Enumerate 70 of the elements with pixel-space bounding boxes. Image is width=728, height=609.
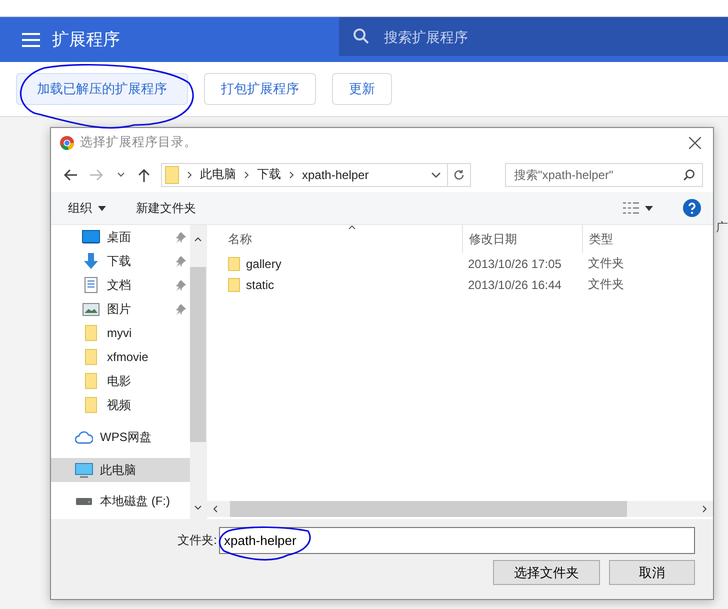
sidebar-item[interactable]: myvi (51, 321, 190, 345)
sidebar-item[interactable]: WPS网盘 (51, 425, 190, 449)
dialog-button[interactable]: 取消 (609, 560, 695, 585)
modified-date: 2013/10/26 16:44 (467, 278, 562, 292)
folder-icon (82, 349, 100, 365)
organize-menu[interactable]: 组织 (68, 200, 92, 216)
document-icon (82, 277, 100, 293)
new-folder-button[interactable]: 新建文件夹 (136, 200, 196, 216)
monitor-icon (82, 230, 100, 244)
folder-icon (82, 373, 100, 389)
help-icon[interactable] (683, 199, 701, 217)
folder-icon (228, 256, 240, 270)
sidebar-item[interactable]: 本地磁盘 (F:) (51, 489, 190, 513)
file-type: 文件夹 (587, 276, 625, 293)
sidebar-item[interactable]: 图片 (51, 297, 190, 321)
file-type: 文件夹 (587, 255, 625, 272)
back-arrow-icon[interactable] (63, 168, 77, 180)
search-field[interactable]: 搜索扩展程序 (339, 17, 728, 56)
toolbar-button[interactable]: 更新 (332, 73, 392, 105)
view-options-icon[interactable] (623, 202, 639, 214)
sidebar-item[interactable]: 电影 (51, 369, 190, 393)
file-name[interactable]: gallery (246, 256, 282, 270)
folder-icon (165, 166, 179, 184)
menu-icon[interactable] (22, 32, 40, 46)
sidebar-item[interactable]: 下载 (51, 249, 190, 273)
up-arrow-icon[interactable] (138, 168, 150, 182)
monitor-icon (75, 462, 93, 478)
toolbar-button[interactable]: 加载已解压的扩展程序 (16, 73, 188, 105)
breadcrumb-item[interactable]: 此电脑 (200, 166, 236, 183)
search-icon (683, 168, 695, 180)
sidebar-item[interactable]: 桌面 (51, 225, 190, 249)
folder-label: 文件夹: (178, 532, 217, 549)
chevron-right-icon (187, 170, 192, 178)
close-icon[interactable] (689, 136, 701, 148)
folder-name-field[interactable]: xpath-helper (219, 527, 695, 554)
column-header[interactable]: 修改日期 (462, 225, 582, 253)
background-text: 广 (716, 219, 728, 236)
drive-icon (75, 497, 93, 505)
caret-icon (98, 206, 106, 210)
modified-date: 2013/10/26 17:05 (467, 256, 562, 270)
chevron-down-icon[interactable] (431, 172, 441, 178)
folder-icon (228, 278, 240, 292)
sort-caret-icon (348, 225, 356, 230)
picture-icon (82, 302, 100, 316)
search-field[interactable]: 搜索"xpath-helper" (505, 162, 703, 186)
chevron-down-icon[interactable] (117, 172, 125, 178)
breadcrumb-item[interactable]: 下载 (257, 166, 281, 183)
sidebar-item[interactable]: 视频 (51, 393, 190, 417)
page-title: 扩展程序 (52, 29, 121, 51)
dialog-button[interactable]: 选择文件夹 (493, 560, 600, 585)
scrollbar[interactable] (207, 501, 713, 517)
column-header[interactable]: 类型 (582, 225, 682, 253)
chrome-logo-icon (60, 136, 74, 150)
column-header[interactable]: 名称 (207, 225, 462, 253)
address-bar[interactable]: 此电脑 下载 xpath-helper (161, 162, 471, 186)
chevron-right-icon (289, 170, 294, 178)
cloud-icon (75, 430, 93, 444)
sidebar-item[interactable]: 此电脑 (51, 458, 190, 482)
sidebar-item[interactable]: xfmovie (51, 345, 190, 369)
sidebar-item[interactable]: 文档 (51, 273, 190, 297)
chevron-right-icon (244, 170, 249, 178)
scrollbar[interactable] (190, 225, 206, 519)
file-name[interactable]: static (246, 278, 274, 292)
breadcrumb-item[interactable]: xpath-helper (302, 168, 369, 182)
folder-icon (82, 397, 100, 413)
dialog-title: 选择扩展程序目录。 (80, 134, 197, 151)
down-arrow-icon (82, 253, 100, 269)
toolbar-button[interactable]: 打包扩展程序 (204, 73, 316, 105)
caret-icon[interactable] (645, 206, 653, 210)
folder-icon (82, 325, 100, 341)
